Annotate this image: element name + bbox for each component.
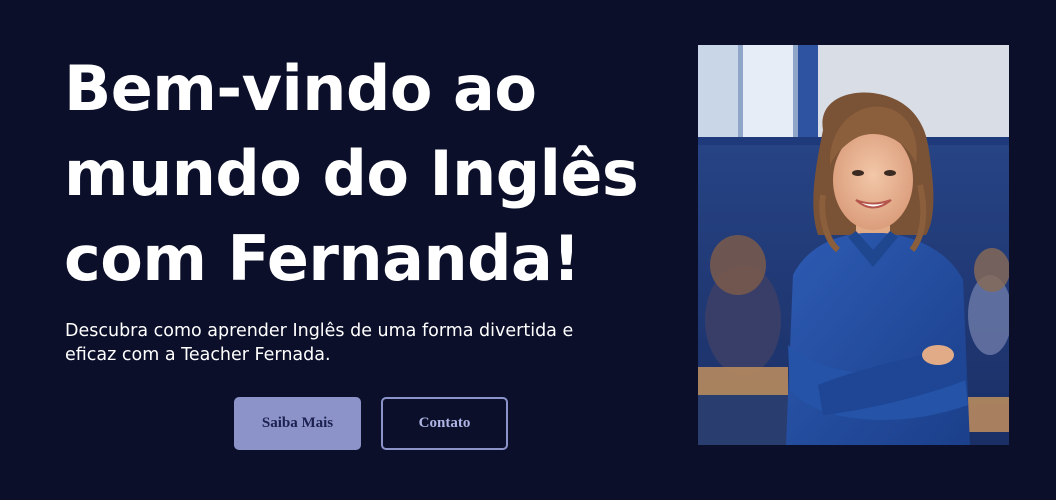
subtitle-line-1: Descubra como aprender Inglês de uma for…	[65, 321, 574, 341]
headline-line-1: Bem-vindo ao	[64, 52, 537, 125]
hero-subtitle: Descubra como aprender Inglês de uma for…	[65, 319, 645, 367]
subtitle-line-2: eficaz com a Teacher Fernada.	[65, 345, 331, 365]
teacher-photo	[698, 45, 1009, 445]
hero-section: Bem-vindo ao mundo do Inglês com Fernand…	[0, 0, 1056, 500]
saiba-mais-button[interactable]: Saiba Mais	[234, 397, 361, 450]
headline-line-3: com Fernanda!	[64, 222, 581, 295]
hero-headline: Bem-vindo ao mundo do Inglês com Fernand…	[64, 46, 684, 301]
headline-line-2: mundo do Inglês	[64, 137, 639, 210]
contato-button[interactable]: Contato	[381, 397, 508, 450]
